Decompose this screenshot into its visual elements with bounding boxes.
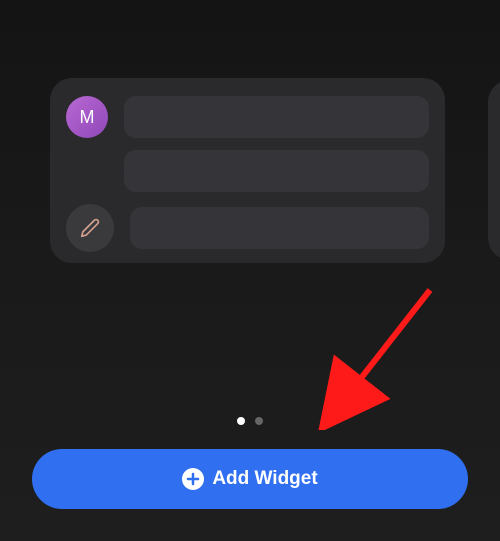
avatar-initial: M xyxy=(80,107,95,128)
widget-row xyxy=(66,150,429,192)
content-placeholder-bar xyxy=(124,150,429,192)
annotation-arrow-icon xyxy=(315,280,445,430)
content-placeholder-bar xyxy=(124,96,429,138)
widget-row xyxy=(66,204,429,252)
add-widget-label: Add Widget xyxy=(212,468,317,490)
content-placeholder-bar xyxy=(130,207,429,249)
avatar: M xyxy=(66,96,108,138)
widget-preview-card[interactable]: M xyxy=(50,78,445,263)
edit-button[interactable] xyxy=(66,204,114,252)
pagination-dots xyxy=(237,417,263,425)
row-spacer xyxy=(66,150,108,192)
page-dot-inactive[interactable] xyxy=(255,417,263,425)
widget-preview-card-next[interactable] xyxy=(488,80,500,260)
plus-circle-icon xyxy=(182,468,204,490)
widget-row: M xyxy=(66,96,429,138)
page-dot-active[interactable] xyxy=(237,417,245,425)
pencil-icon xyxy=(80,218,100,238)
add-widget-button[interactable]: Add Widget xyxy=(32,449,468,509)
